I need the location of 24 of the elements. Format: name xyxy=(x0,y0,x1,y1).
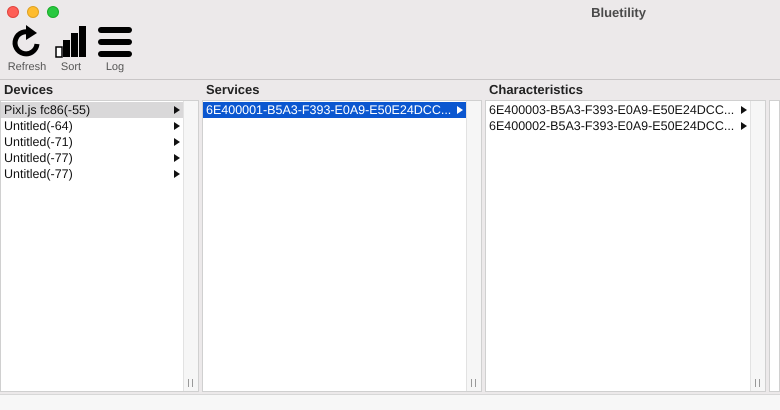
toolbar-label[interactable]: Refresh xyxy=(8,61,46,73)
column-header: Devices xyxy=(3,81,54,99)
disclosure-icon xyxy=(457,106,463,114)
column-header: Characteristics xyxy=(488,81,584,99)
minimize-button[interactable] xyxy=(27,6,39,18)
toolbar-label[interactable]: Sort xyxy=(60,61,82,73)
bar-chart-icon[interactable] xyxy=(55,24,87,58)
list-item[interactable]: Untitled(-64) xyxy=(1,118,183,134)
list-item[interactable]: Pixl.js fc86(-55) xyxy=(1,102,183,118)
menu-icon[interactable] xyxy=(98,24,132,58)
toolbar-label[interactable]: Log xyxy=(106,61,124,73)
column-header: Services xyxy=(205,81,260,99)
resize-handle[interactable] xyxy=(755,379,761,387)
list-item[interactable]: 6E400003-B5A3-F393-E0A9-E50E24DCC... xyxy=(486,102,750,118)
window-title: Bluetility xyxy=(591,4,646,20)
resize-handle[interactable] xyxy=(471,379,477,387)
list-item[interactable]: Untitled(-71) xyxy=(1,134,183,150)
list-item[interactable]: Untitled(-77) xyxy=(1,166,183,182)
list-item[interactable]: 6E400001-B5A3-F393-E0A9-E50E24DCC... xyxy=(203,102,466,118)
list-item[interactable]: 6E400002-B5A3-F393-E0A9-E50E24DCC... xyxy=(486,118,750,134)
list-item[interactable]: Untitled(-77) xyxy=(1,150,183,166)
resize-handle[interactable] xyxy=(188,379,194,387)
close-button[interactable] xyxy=(7,6,19,18)
zoom-button[interactable] xyxy=(47,6,59,18)
